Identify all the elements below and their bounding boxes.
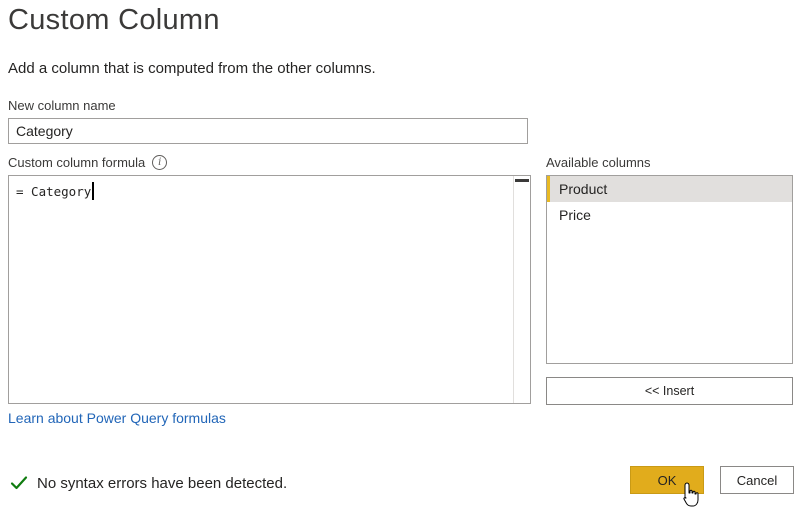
insert-button[interactable]: << Insert [546,377,793,405]
dialog-subtitle: Add a column that is computed from the o… [8,60,376,77]
formula-label: Custom column formula [8,155,146,170]
mouse-pointer-icon [683,482,699,507]
formula-content[interactable]: = Category [16,182,94,200]
scrollbar-thumb[interactable] [515,179,529,182]
new-column-name-label: New column name [8,98,116,113]
available-columns-label: Available columns [546,155,651,170]
syntax-status: No syntax errors have been detected. [10,474,287,492]
syntax-status-text: No syntax errors have been detected. [37,474,288,492]
new-column-name-input[interactable]: Category [8,118,528,144]
formula-label-group: Custom column formula i [8,155,168,170]
formula-editor[interactable]: = Category [8,175,531,404]
learn-power-query-link[interactable]: Learn about Power Query formulas [8,410,226,426]
formula-scrollbar[interactable] [513,176,530,403]
dialog-title: Custom Column [8,4,220,36]
checkmark-icon [10,476,28,490]
cancel-button[interactable]: Cancel [720,466,794,494]
available-column-product[interactable]: Product [547,176,792,202]
available-columns-list[interactable]: Product Price [546,175,793,364]
available-column-price[interactable]: Price [547,202,792,228]
text-caret [92,182,94,200]
info-icon[interactable]: i [152,155,168,170]
formula-text: = Category [16,183,92,199]
